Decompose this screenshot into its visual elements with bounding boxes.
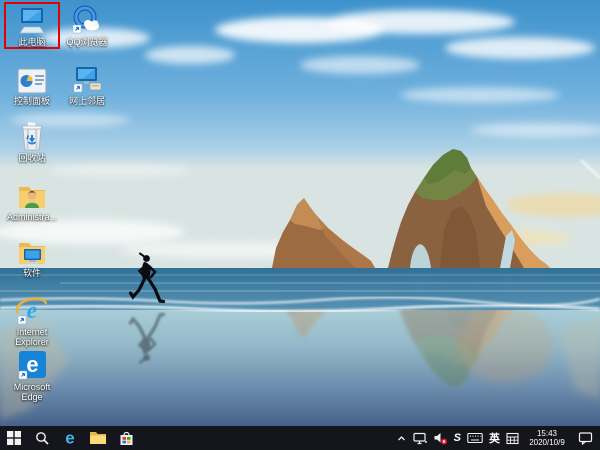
start-button[interactable] [0,426,28,450]
desktop-icon-label: 软件 [23,268,41,278]
desktop-icon-this-pc[interactable]: 此电脑 [4,2,60,49]
system-tray: S 英 15:43 2020/10/9 [396,426,600,450]
folder-icon [90,431,106,445]
desktop-icon-recycle-bin[interactable]: 回收站 [4,118,60,165]
tray-time: 15:43 [537,429,557,438]
speaker-muted-icon [433,431,448,445]
user-folder-icon [17,179,47,210]
tray-volume-button[interactable] [433,426,448,450]
desktop-icon-qq-browser[interactable]: QQ浏览器 [59,2,115,49]
svg-text:e: e [65,429,74,447]
taskbar-store-button[interactable] [112,426,140,450]
chevron-up-icon [396,433,407,444]
recycle-bin-icon [19,120,45,151]
desktop-icon-label: 此电脑 [18,37,45,47]
this-pc-icon [17,4,47,35]
tray-sogou-ime-icon[interactable]: S [454,426,461,450]
internet-explorer-icon: e [16,294,48,325]
tray-date: 2020/10/9 [529,438,565,447]
action-center-button[interactable] [575,426,595,450]
network-computer-icon [71,63,103,94]
desktop-icon-label: 回收站 [18,153,45,163]
desktop-icon-label: 网上邻居 [69,96,105,106]
desktop-icon-internet-explorer[interactable]: e Internet Explorer [4,292,60,349]
tray-network-button[interactable] [413,426,427,450]
tray-ime-language-indicator[interactable]: 英 [489,426,500,450]
taskbar-search-button[interactable] [28,426,56,450]
control-panel-icon [17,63,47,94]
store-bag-icon [119,431,134,446]
tray-show-hidden-icons[interactable] [396,426,407,450]
network-monitor-icon [413,432,427,445]
tray-clock[interactable]: 15:43 2020/10/9 [525,429,569,447]
taskbar: e [0,426,600,450]
desktop-icon-label: Administra... [7,212,57,222]
windows-logo-icon [7,431,21,445]
desktop-icon-network-places[interactable]: 网上邻居 [59,61,115,108]
desktop-icon-administrator[interactable]: Administra... [4,177,60,224]
touch-keyboard-icon [467,432,483,444]
desktop-icon-label: Microsoft Edge [6,382,58,402]
tray-touch-keyboard-button[interactable] [467,426,483,450]
ime-toolbox-icon [506,432,519,445]
svg-text:e: e [26,352,38,377]
desktop-icon-label: QQ浏览器 [66,37,107,47]
taskbar-file-explorer-button[interactable] [84,426,112,450]
svg-text:e: e [27,298,38,324]
search-icon [35,431,49,445]
action-center-bubble-icon [578,431,593,445]
desktop-icon-label: Internet Explorer [6,327,58,347]
edge-e-icon: e [61,429,79,447]
monitor-folder-icon [17,235,47,266]
microsoft-edge-icon: e [17,349,47,380]
desktop-icon-label: 控制面板 [14,96,50,106]
desktop-icon-microsoft-edge[interactable]: e Microsoft Edge [4,347,60,404]
qq-browser-cloud-icon [71,4,103,35]
desktop-icon-control-panel[interactable]: 控制面板 [4,61,60,108]
tray-ime-toolbox-button[interactable] [506,426,519,450]
desktop-icon-software-folder[interactable]: 软件 [4,233,60,280]
taskbar-edge-button[interactable]: e [56,426,84,450]
windows-desktop: 此电脑 QQ浏览器 控制面 [0,0,600,450]
